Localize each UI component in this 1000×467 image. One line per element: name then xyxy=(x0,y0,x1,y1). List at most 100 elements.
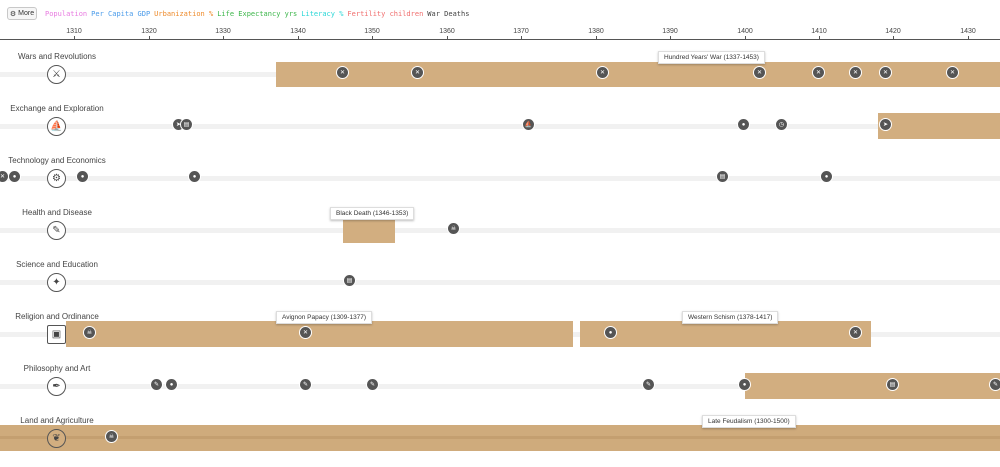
crossed-swords-icon[interactable]: ✕ xyxy=(336,66,349,79)
axis-tick-mark xyxy=(74,36,75,40)
quill-icon[interactable]: ✎ xyxy=(299,378,312,391)
tooltip-hundred-years-war: Hundred Years' War (1337-1453) xyxy=(658,51,765,64)
metrics-legend: Population Per Capita GDP Urbanization % Li… xyxy=(45,10,469,18)
period-exploration[interactable] xyxy=(878,113,1000,139)
period-avignon-papacy[interactable] xyxy=(66,321,573,347)
institution-icon[interactable]: ▤ xyxy=(343,274,356,287)
telescope-icon[interactable]: ✦ xyxy=(47,273,66,292)
axis-tick-mark xyxy=(819,36,820,40)
track-health xyxy=(0,228,1000,233)
crossed-swords-icon[interactable]: ✕ xyxy=(812,66,825,79)
axis-tick-mark xyxy=(298,36,299,40)
institution-icon[interactable]: ▤ xyxy=(716,170,729,183)
metric-toggle-urbanization[interactable]: Urbanization % xyxy=(154,10,213,18)
tooltip-western-schism: Western Schism (1378-1417) xyxy=(682,311,779,324)
lightbulb-icon[interactable]: ● xyxy=(820,170,833,183)
metric-toggle-war-deaths[interactable]: War Deaths xyxy=(427,10,469,18)
track-exchange xyxy=(0,124,1000,129)
quill-icon[interactable]: ✎ xyxy=(366,378,379,391)
period-renaissance[interactable] xyxy=(745,373,1000,399)
axis-tick-label: 1320 xyxy=(141,28,157,35)
ship-icon[interactable]: ⛵ xyxy=(47,117,66,136)
metric-toggle-per-capita-gdp[interactable]: Per Capita GDP xyxy=(91,10,150,18)
time-axis: 1310 1320 1330 1340 1350 1360 1370 1380 1390 1400… xyxy=(0,26,1000,40)
lightbulb-icon[interactable]: ● xyxy=(165,378,178,391)
period-black-death[interactable] xyxy=(343,218,395,243)
quill-icon[interactable]: ✎ xyxy=(642,378,655,391)
quill-icon[interactable]: ✎ xyxy=(150,378,163,391)
track-land xyxy=(0,436,1000,439)
axis-tick-mark xyxy=(447,36,448,40)
quill-icon[interactable]: ✒ xyxy=(47,377,66,396)
tooltip-late-feudalism: Late Feudalism (1300-1500) xyxy=(702,415,796,428)
institution-icon[interactable]: ▤ xyxy=(180,118,193,131)
metric-toggle-population[interactable]: Population xyxy=(45,10,87,18)
row-label-exchange: Exchange and Exploration xyxy=(10,104,104,113)
axis-line xyxy=(0,39,1000,40)
metric-toggle-life-expectancy-yrs[interactable]: Life Expectancy yrs xyxy=(217,10,297,18)
ship-icon[interactable]: ⛵ xyxy=(522,118,535,131)
lightbulb-icon[interactable]: ● xyxy=(76,170,89,183)
crossed-swords-icon[interactable]: ✕ xyxy=(753,66,766,79)
axis-tick-mark xyxy=(521,36,522,40)
institution-icon[interactable]: ▤ xyxy=(886,378,899,391)
lightbulb-icon[interactable]: ● xyxy=(737,118,750,131)
period-western-schism[interactable] xyxy=(580,321,871,347)
wheat-icon[interactable]: ❦ xyxy=(47,429,66,448)
axis-tick-mark xyxy=(372,36,373,40)
crossed-swords-icon[interactable]: ✕ xyxy=(849,326,862,339)
skull-icon[interactable]: ☠ xyxy=(83,326,96,339)
crossed-swords-icon[interactable]: ⚔ xyxy=(47,65,66,84)
axis-tick-label: 1410 xyxy=(811,28,827,35)
metric-toggle-literacy[interactable]: Literacy % xyxy=(301,10,343,18)
axis-tick-label: 1330 xyxy=(215,28,231,35)
quill-icon[interactable]: ✎ xyxy=(989,378,1000,391)
axis-tick-label: 1430 xyxy=(960,28,976,35)
tooltip-avignon-papacy: Avignon Papacy (1309-1377) xyxy=(276,311,373,324)
metric-toggle-fertility-children[interactable]: Fertility children xyxy=(347,10,423,18)
axis-tick-mark xyxy=(596,36,597,40)
axis-tick-label: 1390 xyxy=(662,28,678,35)
axis-tick-label: 1310 xyxy=(66,28,82,35)
lightbulb-icon[interactable]: ● xyxy=(738,378,751,391)
axis-tick-label: 1420 xyxy=(885,28,901,35)
axis-tick-label: 1400 xyxy=(737,28,753,35)
row-label-philosophy: Philosophy and Art xyxy=(23,364,91,373)
axis-tick-mark xyxy=(149,36,150,40)
row-label-health: Health and Disease xyxy=(22,208,92,217)
crossed-swords-icon[interactable]: ✕ xyxy=(299,326,312,339)
axis-tick-mark xyxy=(670,36,671,40)
lightbulb-icon[interactable]: ● xyxy=(8,170,21,183)
axis-tick-label: 1340 xyxy=(290,28,306,35)
row-label-technology: Technology and Economics xyxy=(8,156,106,165)
track-science xyxy=(0,280,1000,285)
skull-icon[interactable]: ☠ xyxy=(105,430,118,443)
gear-icon: ⚙ xyxy=(9,10,17,18)
axis-tick-label: 1360 xyxy=(439,28,455,35)
syringe-icon[interactable]: ✎ xyxy=(47,221,66,240)
skull-icon[interactable]: ☠ xyxy=(447,222,460,235)
row-label-religion: Religion and Ordinance xyxy=(15,312,99,321)
crossed-swords-icon[interactable]: ✕ xyxy=(411,66,424,79)
lightbulb-icon[interactable]: ● xyxy=(604,326,617,339)
clock-icon[interactable]: ◷ xyxy=(775,118,788,131)
more-button-label: More xyxy=(18,10,35,17)
axis-tick-mark xyxy=(968,36,969,40)
crossed-swords-icon[interactable]: ✕ xyxy=(879,66,892,79)
book-icon[interactable]: ▣ xyxy=(47,325,66,344)
gears-icon[interactable]: ⚙ xyxy=(47,169,66,188)
tooltip-black-death: Black Death (1346-1353) xyxy=(330,207,415,220)
axis-tick-label: 1350 xyxy=(364,28,380,35)
compass-icon[interactable]: ➤ xyxy=(879,118,892,131)
crossed-swords-icon[interactable]: ✕ xyxy=(849,66,862,79)
track-technology xyxy=(0,176,1000,181)
crossed-swords-icon[interactable]: ✕ xyxy=(946,66,959,79)
row-label-wars: Wars and Revolutions xyxy=(18,52,96,61)
row-label-land: Land and Agriculture xyxy=(20,416,94,425)
row-label-science: Science and Education xyxy=(16,260,98,269)
axis-tick-mark xyxy=(223,36,224,40)
crossed-swords-icon[interactable]: ✕ xyxy=(596,66,609,79)
more-button[interactable]: ⚙ More xyxy=(7,7,37,20)
axis-tick-mark xyxy=(745,36,746,40)
lightbulb-icon[interactable]: ● xyxy=(188,170,201,183)
